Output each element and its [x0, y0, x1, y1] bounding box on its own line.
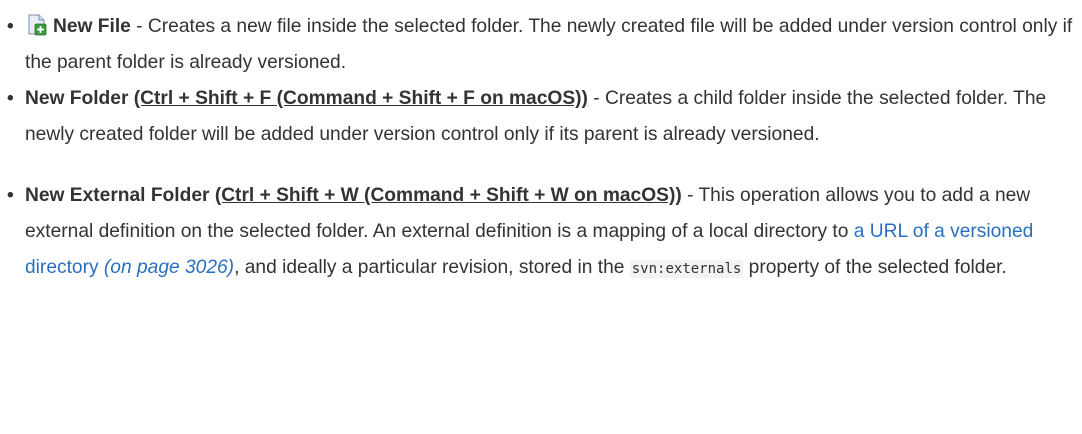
page-reference-link[interactable]: (on page 3026)	[99, 257, 234, 278]
item-description: - Creates a new file inside the selected…	[25, 16, 1073, 73]
item-title: New File	[53, 16, 131, 37]
keyboard-shortcut: (Ctrl + Shift + F (Command + Shift + F o…	[133, 88, 588, 109]
new-file-icon	[27, 13, 47, 36]
list-item-new-file: • New File - Creates a new file inside t…	[0, 9, 1082, 81]
svn-externals-code: svn:externals	[629, 260, 744, 278]
list-item-new-external-folder: • New External Folder (Ctrl + Shift + W …	[0, 178, 1082, 287]
document-page: • New File - Creates a new file inside t…	[0, 0, 1082, 434]
item-title: New External Folder	[25, 185, 210, 206]
bullet: •	[7, 88, 14, 109]
keyboard-shortcut: (Ctrl + Shift + W (Command + Shift + W o…	[214, 185, 682, 206]
menu-actions-list: • New File - Creates a new file inside t…	[0, 0, 1082, 287]
item-description-end: property of the selected folder.	[743, 257, 1007, 278]
item-title: New Folder	[25, 88, 129, 109]
list-item-new-folder: • New Folder (Ctrl + Shift + F (Command …	[0, 81, 1082, 153]
item-description-continued: , and ideally a particular revision, sto…	[234, 257, 630, 278]
bullet: •	[7, 185, 14, 206]
bullet: •	[7, 16, 14, 37]
